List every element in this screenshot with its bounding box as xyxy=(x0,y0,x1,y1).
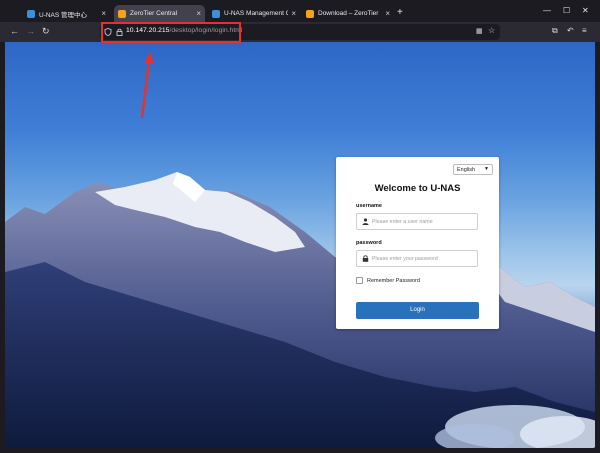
lock-icon xyxy=(362,255,369,262)
mountain-landscape-image xyxy=(5,172,595,448)
zerotier-favicon-icon xyxy=(118,9,126,18)
new-tab-button[interactable]: + xyxy=(397,7,403,18)
password-label: password xyxy=(356,240,382,246)
username-input[interactable] xyxy=(372,216,472,227)
login-title: Welcome to U-NAS xyxy=(374,183,461,194)
unas-favicon-icon xyxy=(212,9,220,18)
chevron-down-icon: ▼ xyxy=(484,166,489,172)
annotation-arrow-icon xyxy=(140,52,154,119)
username-label: username xyxy=(356,203,382,209)
remember-label: Remember Password xyxy=(367,277,420,284)
remember-checkbox[interactable] xyxy=(356,277,363,284)
tab-strip: U-NAS 管理中心 × ZeroTier Central × U-NAS Ma… xyxy=(0,0,600,22)
language-select[interactable]: English ▼ xyxy=(453,164,493,175)
zerotier-favicon-icon xyxy=(306,9,314,18)
forward-icon[interactable]: → xyxy=(26,26,35,36)
tab-unas-management[interactable]: U-NAS Management Center × xyxy=(208,5,300,22)
login-button[interactable]: Login xyxy=(356,302,479,319)
close-window-icon[interactable]: ✕ xyxy=(582,6,589,15)
extensions-icon[interactable]: ⧉ xyxy=(552,26,558,36)
close-tab-icon[interactable]: × xyxy=(196,9,201,18)
maximize-icon[interactable]: ☐ xyxy=(563,6,570,15)
menu-icon[interactable]: ≡ xyxy=(582,26,587,35)
remember-password-option[interactable]: Remember Password xyxy=(356,277,420,284)
login-page-background: English ▼ Welcome to U-NAS username pass… xyxy=(5,42,595,448)
reload-icon[interactable]: ↻ xyxy=(42,26,50,37)
browser-window: U-NAS 管理中心 × ZeroTier Central × U-NAS Ma… xyxy=(0,0,600,453)
undo-icon[interactable]: ↶ xyxy=(567,26,574,35)
close-tab-icon[interactable]: × xyxy=(291,9,296,18)
tab-unas-chinese[interactable]: U-NAS 管理中心 × xyxy=(23,5,110,22)
minimize-icon[interactable]: — xyxy=(543,6,551,15)
tab-title: ZeroTier Central xyxy=(130,10,178,17)
username-field[interactable] xyxy=(356,213,478,230)
close-tab-icon[interactable]: × xyxy=(385,9,390,18)
tab-title: Download – ZeroTier xyxy=(318,10,379,17)
password-input[interactable] xyxy=(372,253,472,264)
back-icon[interactable]: ← xyxy=(10,26,19,36)
bookmark-star-icon[interactable]: ☆ xyxy=(488,26,495,35)
qr-code-icon[interactable]: ▦ xyxy=(476,27,483,35)
url-highlight-box xyxy=(101,22,241,43)
user-icon xyxy=(362,218,369,225)
tab-download-zerotier[interactable]: Download – ZeroTier × xyxy=(302,5,394,22)
close-tab-icon[interactable]: × xyxy=(101,9,106,18)
tab-title: U-NAS 管理中心 xyxy=(39,11,88,19)
language-value: English xyxy=(457,167,476,173)
tab-title: U-NAS Management Center xyxy=(224,10,289,17)
login-card: English ▼ Welcome to U-NAS username pass… xyxy=(336,157,499,329)
password-field[interactable] xyxy=(356,250,478,267)
unas-favicon-icon xyxy=(27,9,35,18)
tab-zerotier-central[interactable]: ZeroTier Central × xyxy=(114,5,205,22)
